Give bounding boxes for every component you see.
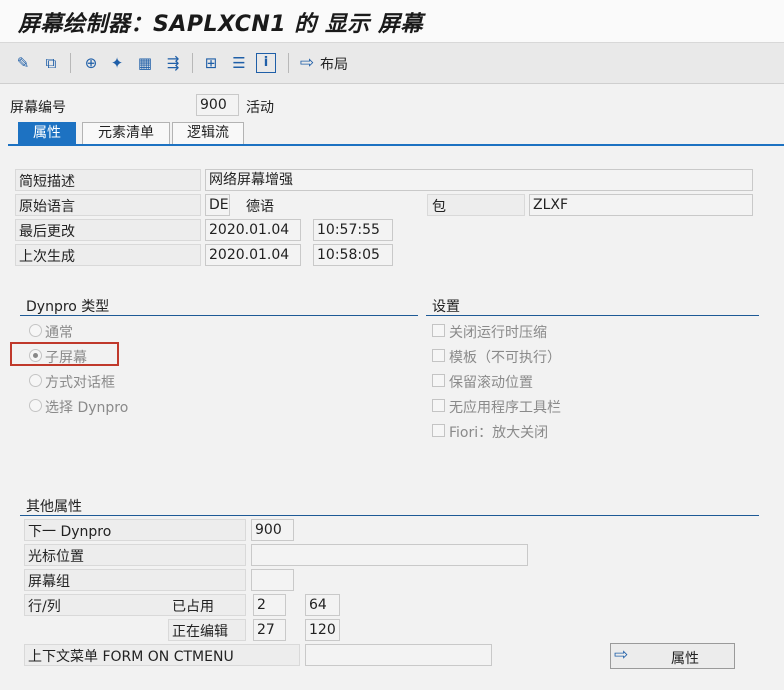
edit-toggle-icon[interactable]: ✎ bbox=[12, 52, 34, 74]
context-menu-field[interactable] bbox=[305, 644, 492, 666]
group-divider bbox=[20, 515, 759, 516]
attributes-button[interactable]: ⇨ 属性 bbox=[610, 643, 735, 669]
tab-underline bbox=[8, 144, 784, 146]
radio-modal-dialog[interactable] bbox=[29, 374, 42, 387]
window-title: 屏幕绘制器：SAPLXCN1 的 显示 屏幕 bbox=[18, 12, 424, 37]
activate-icon[interactable]: ✦ bbox=[106, 52, 128, 74]
context-menu-label: 上下文菜单 FORM ON CTMENU bbox=[28, 649, 234, 665]
last-changed-label: 最后更改 bbox=[19, 224, 75, 240]
checkbox-fiori-maximize-label: Fiori：放大关闭 bbox=[449, 425, 549, 441]
next-dynpro-field[interactable]: 900 bbox=[251, 519, 294, 541]
tab-element-list[interactable]: 元素清单 bbox=[82, 122, 170, 145]
checkbox-keep-scroll-label: 保留滚动位置 bbox=[449, 375, 533, 391]
cursor-position-label: 光标位置 bbox=[28, 549, 84, 565]
title-bar: 屏幕绘制器：SAPLXCN1 的 显示 屏幕 bbox=[0, 0, 784, 43]
occupied-col-field[interactable]: 64 bbox=[305, 594, 340, 616]
radio-modal-dialog-label: 方式对话框 bbox=[45, 375, 115, 391]
tab-attributes[interactable]: 属性 bbox=[18, 122, 76, 145]
orig-lang-code-field[interactable]: DE bbox=[205, 194, 230, 216]
checkbox-keep-scroll[interactable] bbox=[432, 374, 445, 387]
checkbox-fiori-maximize[interactable] bbox=[432, 424, 445, 437]
radio-normal-label: 通常 bbox=[45, 325, 73, 341]
last-generated-time-field[interactable]: 10:58:05 bbox=[313, 244, 393, 266]
editing-col-field[interactable]: 120 bbox=[305, 619, 340, 641]
toolbar-separator bbox=[70, 53, 71, 73]
dynpro-type-title: Dynpro 类型 bbox=[26, 299, 110, 315]
application-toolbar: ✎ ⧉ ⊕ ✦ ▦ ⇶ ⊞ ☰ i ⇨ 布局 bbox=[0, 43, 784, 84]
radio-subscreen-label: 子屏幕 bbox=[45, 350, 87, 366]
editing-row-field[interactable]: 27 bbox=[253, 619, 286, 641]
occupied-label: 已占用 bbox=[172, 599, 214, 615]
orig-lang-name: 德语 bbox=[246, 199, 274, 215]
toolbar-separator bbox=[288, 53, 289, 73]
short-desc-label: 简短描述 bbox=[19, 174, 75, 190]
toolbar-separator bbox=[192, 53, 193, 73]
layout-button[interactable]: 布局 bbox=[320, 54, 348, 74]
screen-group-field[interactable] bbox=[251, 569, 294, 591]
screen-number-label: 屏幕编号 bbox=[10, 100, 66, 116]
arrow-right-icon: ⇨ bbox=[614, 645, 629, 665]
screen-status: 活动 bbox=[246, 100, 274, 116]
radio-selection-dynpro[interactable] bbox=[29, 399, 42, 412]
radio-selection-dynpro-label: 选择 Dynpro bbox=[45, 400, 129, 416]
hierarchy-icon[interactable]: ⊞ bbox=[200, 52, 222, 74]
last-changed-date-field[interactable]: 2020.01.04 bbox=[205, 219, 301, 241]
element-list-icon[interactable]: ☰ bbox=[228, 52, 250, 74]
group-divider bbox=[426, 315, 759, 316]
checkbox-disable-compression-label: 关闭运行时压缩 bbox=[449, 325, 547, 341]
editing-label: 正在编辑 bbox=[172, 624, 228, 640]
checkbox-disable-compression[interactable] bbox=[432, 324, 445, 337]
radio-normal[interactable] bbox=[29, 324, 42, 337]
layout-arrow-icon[interactable]: ⇨ bbox=[296, 52, 318, 74]
last-generated-label: 上次生成 bbox=[19, 249, 75, 265]
cursor-position-field[interactable] bbox=[251, 544, 528, 566]
settings-title: 设置 bbox=[432, 299, 460, 315]
tab-flow-logic[interactable]: 逻辑流 bbox=[172, 122, 244, 145]
check-icon[interactable]: ⊕ bbox=[80, 52, 102, 74]
radio-subscreen[interactable] bbox=[29, 349, 42, 362]
package-label: 包 bbox=[432, 199, 446, 215]
orig-lang-label: 原始语言 bbox=[19, 199, 75, 215]
attributes-button-label: 属性 bbox=[671, 651, 699, 667]
test-icon[interactable]: ▦ bbox=[134, 52, 156, 74]
checkbox-no-app-toolbar-label: 无应用程序工具栏 bbox=[449, 400, 561, 416]
other-object-icon[interactable]: ⧉ bbox=[40, 52, 62, 74]
checkbox-no-app-toolbar[interactable] bbox=[432, 399, 445, 412]
group-divider bbox=[20, 315, 418, 316]
info-icon[interactable]: i bbox=[256, 53, 276, 73]
last-generated-date-field[interactable]: 2020.01.04 bbox=[205, 244, 301, 266]
next-dynpro-label: 下一 Dynpro bbox=[28, 524, 112, 540]
other-attributes-title: 其他属性 bbox=[26, 499, 82, 515]
checkbox-template-label: 模板（不可执行） bbox=[449, 350, 561, 366]
screen-number-field: 900 bbox=[196, 94, 239, 116]
last-changed-time-field[interactable]: 10:57:55 bbox=[313, 219, 393, 241]
row-col-label: 行/列 bbox=[28, 599, 61, 615]
checkbox-template[interactable] bbox=[432, 349, 445, 362]
short-desc-field[interactable]: 网络屏幕增强 bbox=[205, 169, 753, 191]
package-field[interactable]: ZLXF bbox=[529, 194, 753, 216]
where-used-icon[interactable]: ⇶ bbox=[162, 52, 184, 74]
screen-group-label: 屏幕组 bbox=[28, 574, 70, 590]
occupied-row-field[interactable]: 2 bbox=[253, 594, 286, 616]
